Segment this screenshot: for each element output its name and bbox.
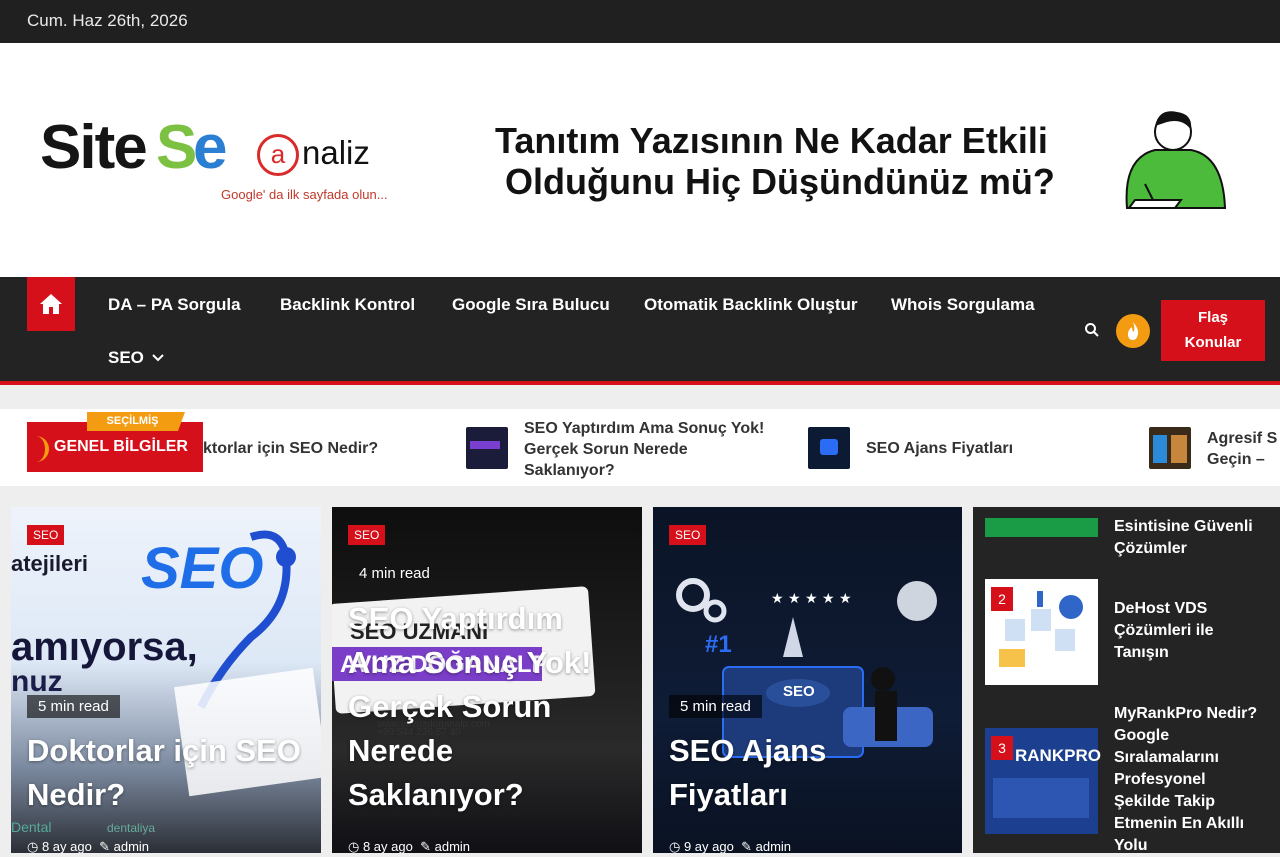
ticker-thumb[interactable]	[808, 427, 850, 469]
writing-man-illustration	[1125, 111, 1227, 209]
ticker-label: SEÇİLMİŞ GENEL BİLGİLER	[27, 412, 203, 472]
ticker-thumb[interactable]	[1149, 427, 1191, 469]
home-icon	[40, 294, 62, 314]
ticker-item[interactable]: SEO Ajans Fiyatları	[866, 438, 1013, 459]
edit-icon: ✎	[741, 839, 752, 853]
post-card[interactable]: SEO UZMANI AVUZ DOĞANALP www.yavuzdogana…	[332, 507, 642, 853]
flash-line-1: Flaş	[1197, 309, 1228, 326]
card-image-text: Dental	[11, 819, 52, 835]
ad-banner[interactable]: Tanıtım Yazısının Ne Kadar Etkili Olduğu…	[495, 120, 1115, 202]
logo-tagline: Google' da ilk sayfada olun...	[221, 187, 388, 202]
selected-badge: SEÇİLMİŞ	[87, 412, 185, 431]
card-image-text: nuz	[11, 665, 63, 698]
chevron-down-icon	[151, 354, 164, 362]
news-ticker: SEÇİLMİŞ GENEL BİLGİLER ktorlar için SEO…	[0, 409, 1280, 486]
side-item-title[interactable]: MyRankPro Nedir? Google Sıralamalarını P…	[1114, 703, 1264, 857]
search-icon[interactable]	[1084, 322, 1100, 338]
card-title[interactable]: SEO Ajans Fiyatları	[669, 729, 842, 817]
post-meta: ◷ 8 ay ago ✎ admin	[348, 839, 470, 853]
card-image-text: SEO	[783, 683, 815, 700]
nav-item-whois[interactable]: Whois Sorgulama	[891, 295, 1035, 315]
side-thumb-2[interactable]: 2	[985, 579, 1098, 685]
read-time: 5 min read	[669, 695, 762, 718]
banner-line-1: Tanıtım Yazısının Ne Kadar Etkili	[495, 120, 1048, 161]
fire-icon	[1128, 322, 1139, 340]
side-item-title[interactable]: Esintisine Güvenli Çözümler	[1114, 516, 1274, 560]
logo-e-letter: e	[193, 113, 228, 182]
edit-icon: ✎	[99, 839, 110, 853]
edit-icon: ✎	[420, 839, 431, 853]
logo-a-circle: a	[257, 134, 299, 176]
post-meta: ◷ 8 ay ago ✎ admin	[27, 839, 149, 853]
category-badge[interactable]: SEO	[669, 525, 707, 545]
nav-item-backlink-kontrol[interactable]: Backlink Kontrol	[280, 295, 415, 315]
current-date: Cum. Haz 26th, 2026	[27, 11, 188, 30]
card-title[interactable]: Doktorlar için SEO Nedir?	[27, 729, 309, 817]
home-button[interactable]	[27, 277, 75, 331]
post-time: 9 ay ago	[683, 839, 734, 853]
ticker-item[interactable]: ktorlar için SEO Nedir?	[203, 438, 378, 459]
card-image-text: atejileri	[11, 551, 89, 576]
post-author[interactable]: admin	[114, 839, 149, 853]
post-author[interactable]: admin	[435, 839, 470, 853]
post-author[interactable]: admin	[756, 839, 791, 853]
nav-item-seo[interactable]: SEO	[108, 348, 164, 368]
post-card[interactable]: atejileri SEO amıyorsa, nuz Dental denta…	[11, 507, 321, 853]
category-badge[interactable]: SEO	[348, 525, 386, 545]
ticker-item[interactable]: Agresif S Geçin –	[1207, 428, 1280, 470]
site-logo[interactable]: Site S e a naliz Google' da ilk sayfada …	[40, 112, 400, 212]
read-time: 4 min read	[359, 565, 430, 582]
read-time: 5 min read	[27, 695, 120, 718]
ticker-item[interactable]: SEO Yaptırdım Ama Sonuç Yok! Gerçek Soru…	[524, 418, 774, 481]
card-image-text: RANKPRO	[1015, 746, 1101, 765]
flash-line-2: Konular	[1184, 334, 1242, 351]
post-meta: ◷ 9 ay ago ✎ admin	[669, 839, 791, 853]
ticker-thumb[interactable]	[466, 427, 508, 469]
rank-number: 3	[991, 736, 1013, 760]
screen-mockup	[993, 778, 1089, 818]
card-image-text: dentaliya	[107, 821, 156, 835]
post-time: 8 ay ago	[362, 839, 413, 853]
nav-item-da-pa[interactable]: DA – PA Sorgula	[108, 295, 241, 315]
flash-topics-button[interactable]: Flaş Konular	[1161, 300, 1265, 361]
banner-line-2: Olduğunu Hiç Düşündünüz mü?	[505, 161, 1055, 202]
logo-naliz-text: naliz	[302, 134, 370, 171]
main-nav: DA – PA Sorgula Backlink Kontrol Google …	[0, 277, 1280, 385]
trending-sidebar: Esintisine Güvenli Çözümler 2 DeHost VDS…	[973, 507, 1280, 854]
fire-button[interactable]	[1116, 314, 1150, 348]
nav-item-otomatik-backlink[interactable]: Otomatik Backlink Oluştur	[644, 295, 858, 315]
side-thumb-1[interactable]	[985, 518, 1098, 537]
clock-icon: ◷	[669, 839, 681, 853]
site-header: Site S e a naliz Google' da ilk sayfada …	[0, 43, 1280, 277]
logo-s-letter: S	[156, 113, 197, 182]
post-time: 8 ay ago	[41, 839, 92, 853]
nav-item-seo-label: SEO	[108, 348, 144, 367]
post-card[interactable]: ★ ★ ★ ★ ★ #1 SEO SEO 5 min read SEO Ajan…	[653, 507, 962, 853]
svg-text:★ ★ ★ ★ ★: ★ ★ ★ ★ ★	[771, 591, 852, 607]
card-title[interactable]: SEO Yaptırdım Ama Sonuç Yok! Gerçek Soru…	[348, 597, 630, 817]
top-bar: Cum. Haz 26th, 2026	[0, 0, 1280, 43]
side-item-title[interactable]: DeHost VDS Çözümleri ile Tanışın	[1114, 598, 1264, 664]
category-badge[interactable]: SEO	[27, 525, 65, 545]
clock-icon: ◷	[27, 839, 39, 853]
nav-item-google-sira[interactable]: Google Sıra Bulucu	[452, 295, 610, 315]
clock-icon: ◷	[348, 839, 360, 853]
card-image-text: #1	[705, 631, 732, 658]
card-image-text: amıyorsa,	[11, 625, 198, 669]
logo-site-text: Site	[40, 113, 148, 182]
rank-number: 2	[991, 587, 1013, 611]
side-thumb-3[interactable]: RANKPRO 3	[985, 728, 1101, 834]
ticker-label-text: GENEL BİLGİLER	[54, 438, 188, 455]
ticker-arc	[35, 436, 49, 462]
